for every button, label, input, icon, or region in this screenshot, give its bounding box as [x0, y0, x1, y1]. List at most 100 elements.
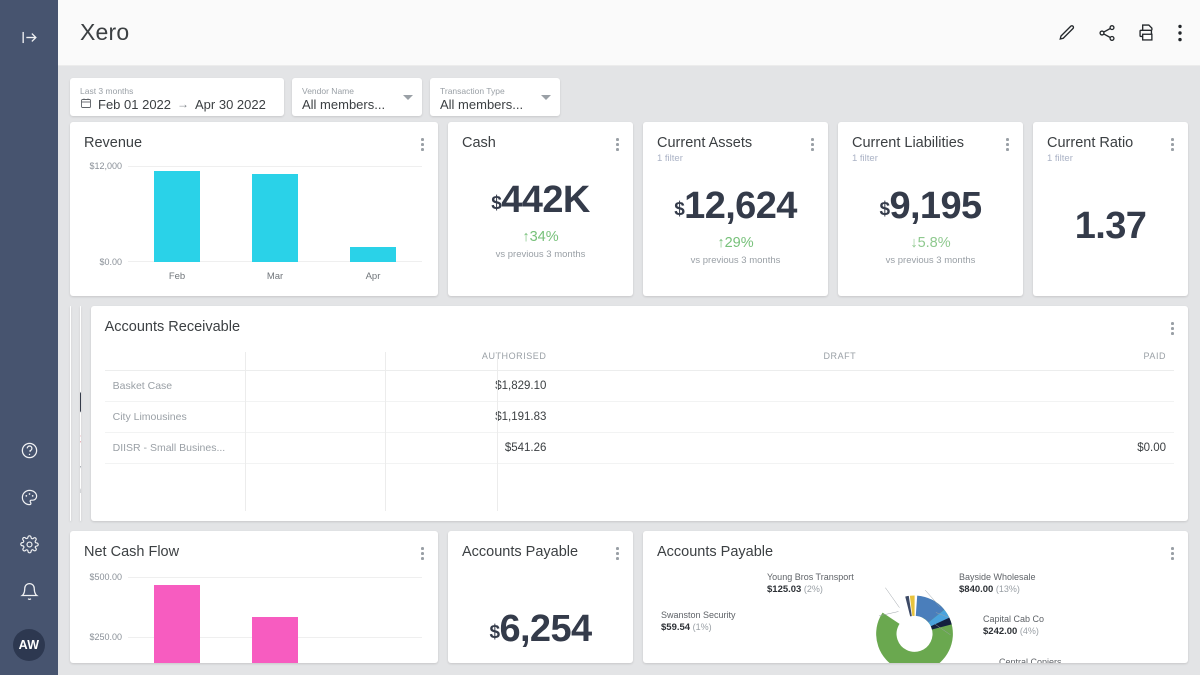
- card-current-ratio[interactable]: Current Ratio 1 filter 1.37: [1033, 122, 1188, 296]
- kebab-menu-icon[interactable]: [1171, 543, 1174, 560]
- kebab-menu-icon[interactable]: [421, 134, 424, 151]
- kpi-note: vs previous 3 months: [495, 249, 586, 260]
- card-header: Current Ratio 1 filter: [1033, 122, 1188, 164]
- accounts-payable-donut-chart: Young Bros Transport $125.03 (2%) Swanst…: [643, 561, 1188, 663]
- cell-draft: [554, 401, 865, 433]
- card-accounts-payable-donut[interactable]: Accounts Payable Young Bros Transport $1…: [643, 531, 1188, 663]
- cell-draft: [554, 370, 865, 402]
- share-icon[interactable]: [1097, 23, 1117, 43]
- card-title: Accounts Payable: [462, 544, 579, 560]
- cell-name: Basket Case: [104, 370, 245, 402]
- kebab-menu-icon[interactable]: [616, 134, 619, 151]
- vendor-name-filter[interactable]: Vendor Name All members...: [292, 78, 422, 116]
- card-header: Accounts Payable: [448, 531, 633, 561]
- kebab-menu-icon[interactable]: [1171, 134, 1174, 151]
- y-tick-max: $500.00: [89, 572, 122, 582]
- chevron-down-icon[interactable]: [541, 95, 551, 100]
- card-header: Current Liabilities 1 filter: [838, 122, 1023, 164]
- bar-column[interactable]: Mar: [226, 166, 324, 282]
- cell-authorised: $1,829.10: [244, 370, 555, 402]
- slice-value: $125.03: [767, 584, 802, 595]
- pencil-icon[interactable]: [1057, 23, 1077, 43]
- slice-name: Central Copiers: [999, 657, 1062, 663]
- bar-column[interactable]: Feb: [128, 166, 226, 282]
- kebab-menu-icon[interactable]: [616, 543, 619, 560]
- accounts-receivable-table: AUTHORISED DRAFT PAID Basket Case $1,829…: [91, 336, 1188, 521]
- card-cash[interactable]: Cash $442K ↑34% vs previous 3 months: [448, 122, 633, 296]
- card-accounts-receivable[interactable]: Accounts Receivable AUTHORISED DRAFT PAI…: [90, 306, 1189, 521]
- card-revenue[interactable]: Revenue $12,000 $0.00 Feb Mar Apr: [70, 122, 438, 296]
- card-current-assets[interactable]: Current Assets 1 filter $12,624 ↑29% vs …: [643, 122, 828, 296]
- slice-name: Swanston Security: [661, 610, 736, 620]
- slice-name: Bayside Wholesale: [959, 572, 1036, 582]
- dashboard-row-2: COGS and OPEX $10,000 $5,000 $0.00: [70, 306, 1189, 521]
- date-arrow-icon: →: [177, 96, 190, 111]
- avatar[interactable]: AW: [13, 629, 45, 661]
- card-header: Revenue: [70, 122, 438, 152]
- kpi-block: $6,254: [448, 561, 633, 663]
- cell-paid: $0.00: [864, 432, 1175, 464]
- bar-column[interactable]: Apr: [324, 166, 422, 282]
- y-tick-min: $0.00: [99, 257, 122, 267]
- kebab-menu-icon[interactable]: [1171, 318, 1175, 335]
- table-row[interactable]: City Limousines $1,191.83: [104, 401, 1175, 433]
- card-header: Accounts Payable: [643, 531, 1188, 561]
- kpi-note: vs previous 3 months: [885, 255, 976, 266]
- cell-paid: [864, 401, 1175, 433]
- donut-label-capital-cab: Capital Cab Co $242.00 (4%): [983, 613, 1044, 638]
- bell-icon[interactable]: [14, 576, 44, 606]
- kebab-menu-icon[interactable]: [1006, 134, 1009, 151]
- card-title: Cash: [462, 135, 496, 151]
- kpi-block: $442K ↑34% vs previous 3 months: [448, 152, 633, 296]
- expand-panel-icon[interactable]: [14, 22, 44, 52]
- sidebar: AW: [0, 0, 58, 675]
- date-start: Feb 01 2022: [98, 96, 172, 112]
- kpi-number: 1.37: [1074, 205, 1147, 247]
- card-accounts-payable-kpi[interactable]: Accounts Payable $6,254: [448, 531, 633, 663]
- chevron-down-icon[interactable]: [403, 95, 413, 100]
- card-header: Accounts Receivable: [91, 306, 1188, 336]
- page-title: Xero: [80, 19, 130, 45]
- card-current-liabilities[interactable]: Current Liabilities 1 filter $9,195 ↓5.8…: [838, 122, 1023, 296]
- card-title: Current Ratio: [1047, 135, 1134, 151]
- cell-authorised: $541.26: [244, 432, 555, 464]
- bar-column[interactable]: [128, 577, 226, 663]
- card-header: Net Cash Flow: [70, 531, 438, 561]
- bar-column[interactable]: [324, 577, 422, 663]
- cell-name: City Limousines: [104, 401, 245, 433]
- card-title: Current Liabilities: [852, 135, 965, 151]
- kebab-menu-icon[interactable]: [421, 543, 424, 560]
- transaction-type-filter[interactable]: Transaction Type All members...: [430, 78, 560, 116]
- bar-column[interactable]: [226, 577, 324, 663]
- slice-percent: (13%): [995, 584, 1020, 594]
- top-bar: Xero: [58, 0, 1200, 66]
- kpi-block: $9,195 ↓5.8% vs previous 3 months: [838, 164, 1023, 296]
- currency-symbol: $: [489, 622, 500, 643]
- date-range-filter[interactable]: Last 3 months Feb 01 2022 → Apr 30 2022: [70, 78, 284, 116]
- table-row[interactable]: DIISR - Small Busines... $541.26 $0.00: [104, 432, 1175, 464]
- top-actions: [1057, 22, 1182, 43]
- kebab-menu-icon[interactable]: [811, 134, 814, 151]
- help-circle-icon[interactable]: [14, 435, 44, 465]
- app-root: AW Xero Last 3 months Feb 01 2022 → Apr …: [0, 0, 1200, 675]
- kpi-value: $442K: [491, 180, 590, 224]
- dashboard-row-3: Net Cash Flow $500.00 $250.00 Accounts P…: [70, 531, 1188, 663]
- vendor-filter-label: Vendor Name: [302, 85, 354, 96]
- card-header: Cash: [448, 122, 633, 152]
- plot-area: $12,000 $0.00 Feb Mar Apr: [89, 161, 422, 282]
- slice-name: Capital Cab Co: [983, 614, 1045, 624]
- slice-percent: (1%): [692, 622, 712, 632]
- calendar-icon: [80, 96, 92, 113]
- x-tick-label: Apr: [365, 271, 381, 282]
- palette-icon[interactable]: [14, 482, 44, 512]
- dashboard-row-1: Revenue $12,000 $0.00 Feb Mar Apr Cash $…: [70, 122, 1188, 296]
- print-icon[interactable]: [1137, 22, 1158, 43]
- col-header-name: [104, 342, 245, 371]
- table-row[interactable]: Basket Case $1,829.10: [104, 370, 1175, 402]
- currency-symbol: $: [674, 199, 685, 220]
- kpi-number: 12,624: [684, 185, 797, 227]
- gear-icon[interactable]: [14, 529, 44, 559]
- card-net-cash-flow[interactable]: Net Cash Flow $500.00 $250.00: [70, 531, 438, 663]
- kebab-menu-icon[interactable]: [1178, 24, 1182, 42]
- slice-percent: (4%): [1019, 626, 1039, 636]
